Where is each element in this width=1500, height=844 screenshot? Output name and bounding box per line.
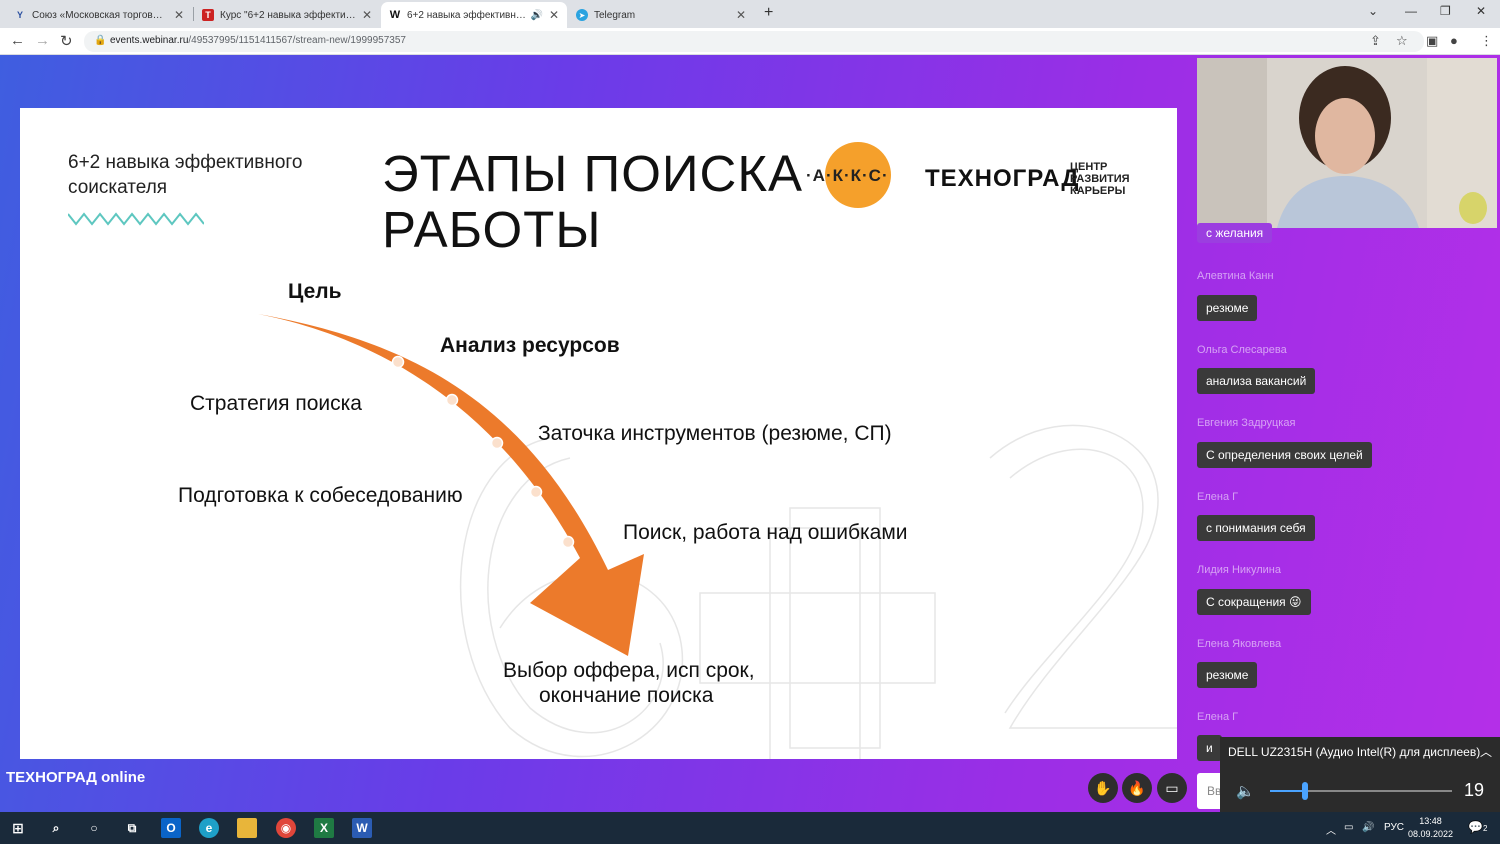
word-icon[interactable]: W [352,818,372,838]
step-dot [529,485,543,499]
menu-icon[interactable]: ⋮ [1480,33,1493,49]
outlook-icon[interactable]: O [161,818,181,838]
chat-author: Алевтина Канн [1197,270,1274,282]
network-icon[interactable]: ▭ [1344,822,1353,833]
tab-course[interactable]: T Курс "6+2 навыка эффективно ✕ [194,2,380,28]
webinar-stage: 6+2 навыка эффективного соискателя ЭТАПЫ… [0,55,1500,812]
tekhnograd-online-logo: ТЕХНОГРАД online [6,769,146,786]
raise-hand-button[interactable]: ✋ [1088,773,1118,803]
chat-author: Елена Г [1197,491,1239,503]
close-icon[interactable]: ✕ [549,8,559,22]
chat-message: резюме [1197,662,1258,688]
windows-start-icon[interactable]: ⊞ [8,818,28,838]
close-icon[interactable]: ✕ [362,8,372,22]
chat-message: резюме [1197,295,1258,321]
volume-value: 19 [1463,780,1484,800]
chat-author: Евгения Задруцкая [1197,417,1296,429]
step-search-errors: Поиск, работа над ошибками [623,521,908,544]
chat-author: Елена Яковлева [1197,638,1282,650]
presentation-slide: 6+2 навыка эффективного соискателя ЭТАПЫ… [20,108,1177,759]
tab-title: 6+2 навыка эффективного [407,9,527,21]
step-tools: Заточка инструментов (резюме, СП) [538,422,892,445]
chat-panel: с желания Алевтина Канн резюме Ольга Сле… [1197,223,1497,812]
windows-taskbar: ⊞ ⌕ ○ ⧉ O e ◉ X W ︿ ▭ 🔊 РУС 13:48 08.09.… [0,812,1500,844]
new-tab-button[interactable]: + [764,4,773,22]
forward-icon[interactable]: → [35,32,50,49]
maximize-button[interactable]: ❐ [1440,4,1451,18]
chat-author: Ольга Слесарева [1197,344,1287,356]
tab-union[interactable]: Y Союз «Московская торгово-пр ✕ [6,2,192,28]
close-icon[interactable]: ✕ [736,8,746,22]
bookmark-star-icon[interactable]: ☆ [1396,33,1408,49]
audio-device-name[interactable]: DELL UZ2315H (Аудио Intel(R) для дисплее… [1228,745,1480,759]
chrome-icon[interactable]: ◉ [276,818,296,838]
step-search-strategy: Стратегия поиска [190,392,362,415]
chat-author: Елена Г [1197,711,1239,723]
speaker-webcam [1197,58,1497,228]
step-resource-analysis: Анализ ресурсов [440,334,620,357]
volume-slider[interactable] [1270,782,1452,800]
reload-icon[interactable]: ↻ [60,32,73,50]
step-goal: Цель [288,280,342,303]
volume-slider-fill [1270,790,1305,792]
reaction-fire-button[interactable]: 🔥 [1122,773,1152,803]
edge-icon[interactable]: e [199,818,219,838]
telegram-favicon: ➤ [576,9,588,21]
chevron-up-icon[interactable]: ︿ [1480,743,1492,760]
tab-webinar[interactable]: W 6+2 навыка эффективного 🔊 ✕ [381,2,567,28]
tab-title: Курс "6+2 навыка эффективно [220,9,356,21]
task-view-icon[interactable]: ⧉ [122,818,142,838]
taskbar-clock[interactable]: 13:48 08.09.2022 [1408,815,1453,841]
step-interview-prep: Подготовка к собеседованию [178,484,463,507]
step-dot [391,355,405,369]
webinar-favicon: W [389,9,401,21]
tab-title: Союз «Московская торгово-пр [32,9,168,21]
step-dot [490,436,504,450]
close-window-button[interactable]: ✕ [1476,4,1486,18]
volume-slider-thumb[interactable] [1301,782,1308,800]
tray-overflow-icon[interactable]: ︿ [1326,822,1336,837]
chat-author: Лидия Никулина [1197,564,1281,576]
volume-flyout: DELL UZ2315H (Аудио Intel(R) для дисплее… [1220,737,1500,812]
chat-message: с понимания себя [1197,515,1315,541]
picture-in-picture-button[interactable]: ▭ [1157,773,1187,803]
tekhnograd-favicon: T [202,9,214,21]
search-icon[interactable]: ⌕ [46,818,66,838]
tab-bar: Y Союз «Московская торгово-пр ✕ T Курс "… [0,0,1500,28]
step-dot [445,393,459,407]
back-icon[interactable]: ← [10,32,25,49]
profile-avatar-icon[interactable]: ● [1450,33,1458,48]
tab-title: Telegram [594,9,636,21]
tab-search-icon[interactable]: ⌄ [1368,4,1378,18]
chat-message: анализа вакансий [1197,368,1316,394]
union-favicon: Y [16,10,23,20]
tab-telegram[interactable]: ➤ Telegram ✕ [568,2,754,28]
speaker-icon[interactable]: 🔊 [530,10,542,21]
side-panel-icon[interactable]: ▣ [1426,33,1438,49]
share-icon[interactable]: ⇪ [1370,33,1381,49]
step-offer-line1: Выбор оффера, исп срок, [503,659,755,682]
step-dot [561,535,575,549]
browser-toolbar: ← → ↻ 🔒 events.webinar.ru/49537995/11514… [0,28,1500,55]
chat-message: С сокращения 😜 [1197,589,1311,615]
cortana-icon[interactable]: ○ [84,818,104,838]
webcam-person-image [1197,58,1497,228]
chat-message: с желания [1197,223,1273,243]
chat-message: С определения своих целей [1197,442,1372,468]
chat-message: и [1197,735,1222,761]
address-bar[interactable]: 🔒 events.webinar.ru/49537995/1151411567/… [84,31,1424,52]
language-indicator[interactable]: РУС [1384,822,1404,833]
speaker-icon[interactable]: 🔈 [1236,782,1255,800]
close-icon[interactable]: ✕ [174,8,184,22]
file-explorer-icon[interactable] [237,818,257,838]
volume-tray-icon[interactable]: 🔊 [1362,822,1374,833]
minimize-button[interactable]: — [1405,4,1417,18]
excel-icon[interactable]: X [314,818,334,838]
step-offer-line2: окончание поиска [539,684,714,707]
notifications-icon[interactable]: 💬2 [1468,820,1487,834]
lock-icon[interactable]: 🔒 [94,35,106,46]
url-text[interactable]: events.webinar.ru/49537995/1151411567/st… [110,35,406,46]
